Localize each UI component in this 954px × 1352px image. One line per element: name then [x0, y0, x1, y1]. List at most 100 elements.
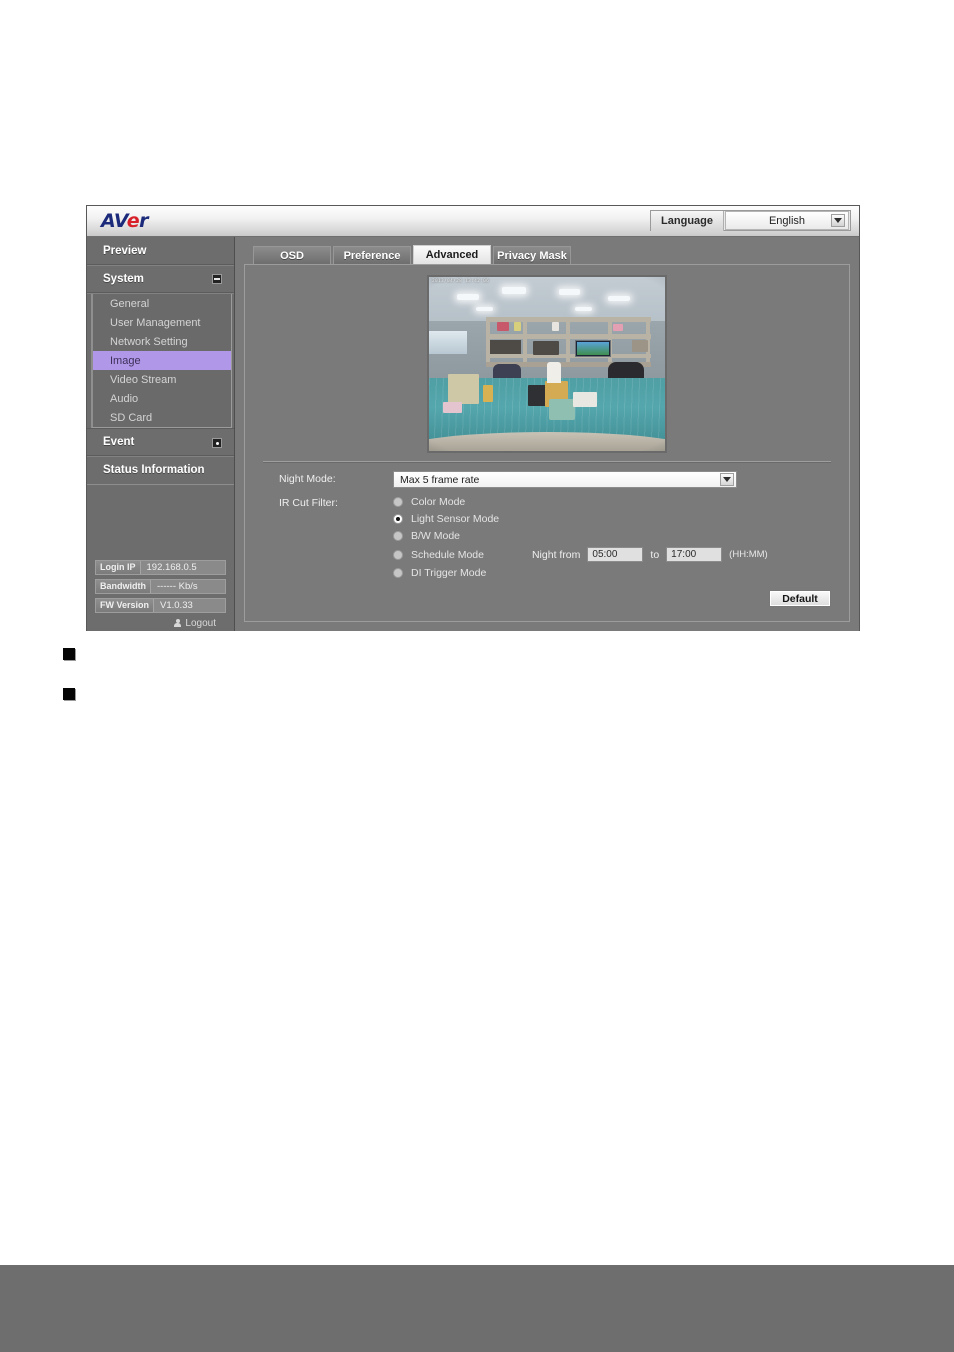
schedule-to-label: to	[650, 548, 660, 561]
sidebar-item-event-label: Event	[103, 436, 135, 448]
minus-box-icon[interactable]	[212, 274, 222, 284]
chevron-down-icon[interactable]	[720, 473, 734, 486]
sidebar-item-audio-label: Audio	[110, 392, 139, 405]
sidebar-item-image[interactable]: Image	[93, 351, 231, 370]
sidebar-item-event[interactable]: Event	[87, 428, 234, 456]
tab-preference-label: Preference	[343, 249, 401, 262]
info-key-fw-version: FW Version	[96, 599, 155, 612]
schedule-to-value: 17:00	[671, 549, 697, 560]
info-value-fw-version: V1.0.33	[160, 600, 193, 611]
system-submenu: General User Management Network Setting …	[91, 293, 232, 428]
radio-icon-checked[interactable]	[393, 514, 403, 524]
sidebar: Preview System General User Management N…	[87, 237, 235, 631]
logout-button[interactable]: Logout	[95, 617, 226, 629]
info-key-bandwidth: Bandwidth	[96, 580, 151, 593]
language-selector[interactable]: Language English	[650, 210, 851, 231]
sidebar-item-status-information[interactable]: Status Information	[87, 456, 234, 484]
radio-icon[interactable]	[393, 497, 403, 507]
camera-web-ui-window: AVer Language English Preview System Gen…	[86, 205, 860, 631]
video-preview-area: 2013/04/28 13:42:06	[245, 273, 849, 459]
logo-text-r: r	[139, 210, 149, 232]
info-key-login-ip: Login IP	[96, 561, 141, 574]
info-value-bandwidth: ------ Kb/s	[157, 581, 198, 592]
radio-icon[interactable]	[393, 549, 403, 560]
sidebar-item-status-information-label: Status Information	[103, 464, 205, 476]
radio-option-di-trigger-mode[interactable]: DI Trigger Mode	[393, 567, 768, 579]
form-actions: Default	[769, 590, 831, 607]
plus-dot-box-icon[interactable]	[212, 438, 222, 448]
bullet-list	[63, 648, 75, 728]
sidebar-item-image-label: Image	[110, 354, 141, 367]
sidebar-item-general[interactable]: General	[93, 294, 231, 313]
radio-option-schedule-mode-label: Schedule Mode	[411, 548, 484, 561]
info-row-login-ip: Login IP 192.168.0.5	[95, 560, 226, 575]
osd-timestamp: 2013/04/28 13:42:06	[432, 279, 490, 284]
tab-bar: OSD Preference Advanced Privacy Mask	[244, 245, 850, 264]
night-mode-selected-value: Max 5 frame rate	[400, 473, 480, 486]
app-header: AVer Language English	[87, 206, 859, 237]
square-bullet-icon	[63, 688, 75, 700]
sidebar-item-system[interactable]: System	[87, 265, 234, 293]
sidebar-nav: Preview System General User Management N…	[87, 237, 234, 485]
square-bullet-icon	[63, 648, 75, 660]
app-body: Preview System General User Management N…	[87, 237, 859, 631]
schedule-to-input[interactable]: 17:00	[666, 547, 723, 562]
tab-osd[interactable]: OSD	[253, 246, 331, 264]
language-label: Language	[651, 210, 724, 231]
sidebar-item-system-label: System	[103, 272, 144, 285]
night-mode-select[interactable]: Max 5 frame rate	[393, 471, 737, 488]
advanced-settings-form: Night Mode: Max 5 frame rate IR Cut Filt…	[245, 462, 849, 621]
sidebar-item-user-management-label: User Management	[110, 316, 201, 329]
logo-text-e: e	[126, 210, 140, 232]
aver-logo: AVer	[101, 210, 149, 232]
tab-preference[interactable]: Preference	[333, 246, 411, 264]
ir-cut-filter-label: IR Cut Filter:	[279, 497, 338, 509]
radio-option-color-mode[interactable]: Color Mode	[393, 496, 768, 508]
radio-option-bw-mode-label: B/W Mode	[411, 530, 461, 542]
info-row-bandwidth: Bandwidth ------ Kb/s	[95, 579, 226, 594]
ir-cut-filter-row: IR Cut Filter: Color Mode Light Sensor M…	[279, 495, 831, 579]
sidebar-item-video-stream[interactable]: Video Stream	[93, 370, 231, 389]
radio-icon[interactable]	[393, 568, 403, 578]
content-area: OSD Preference Advanced Privacy Mask 201…	[235, 237, 859, 631]
logo-text-av: AV	[101, 210, 127, 232]
tab-osd-label: OSD	[280, 249, 304, 262]
language-selected-value: English	[768, 214, 806, 227]
night-mode-row: Night Mode: Max 5 frame rate	[279, 471, 831, 488]
schedule-from-input[interactable]: 05:00	[587, 547, 644, 562]
sidebar-item-sd-card-label: SD Card	[110, 411, 153, 424]
logout-label: Logout	[185, 617, 216, 629]
language-dropdown[interactable]: English	[725, 211, 849, 230]
tab-advanced[interactable]: Advanced	[413, 245, 491, 264]
info-row-fw-version: FW Version V1.0.33	[95, 598, 226, 613]
sidebar-item-network-setting[interactable]: Network Setting	[93, 332, 231, 351]
radio-option-light-sensor-mode-label: Light Sensor Mode	[411, 513, 500, 525]
night-mode-label: Night Mode:	[279, 473, 336, 485]
ir-cut-filter-radio-group: Color Mode Light Sensor Mode B/W Mode Sc…	[393, 495, 768, 579]
info-value-login-ip: 192.168.0.5	[146, 562, 197, 573]
radio-icon[interactable]	[393, 531, 403, 541]
night-from-label: Night from	[531, 548, 581, 561]
sidebar-item-network-setting-label: Network Setting	[110, 335, 188, 348]
radio-option-di-trigger-mode-label: DI Trigger Mode	[411, 567, 487, 579]
radio-option-bw-mode[interactable]: B/W Mode	[393, 530, 768, 542]
radio-option-light-sensor-mode[interactable]: Light Sensor Mode	[393, 513, 768, 525]
sidebar-item-preview-label: Preview	[103, 244, 147, 257]
schedule-from-value: 05:00	[592, 549, 618, 560]
sidebar-item-sd-card[interactable]: SD Card	[93, 408, 231, 427]
default-button[interactable]: Default	[769, 590, 831, 607]
sidebar-item-audio[interactable]: Audio	[93, 389, 231, 408]
tab-advanced-label: Advanced	[425, 249, 479, 261]
radio-option-schedule-mode[interactable]: Schedule Mode Night from 05:00 to 17:00 …	[393, 547, 768, 562]
tab-privacy-mask-label: Privacy Mask	[497, 249, 567, 262]
sidebar-item-video-stream-label: Video Stream	[110, 373, 177, 386]
schedule-time-range: Night from 05:00 to 17:00 (HH:MM)	[532, 547, 768, 562]
sidebar-item-user-management[interactable]: User Management	[93, 313, 231, 332]
tab-privacy-mask[interactable]: Privacy Mask	[493, 246, 571, 264]
video-preview[interactable]: 2013/04/28 13:42:06	[427, 275, 667, 453]
footer-band	[0, 1265, 954, 1352]
chevron-down-icon[interactable]	[831, 214, 845, 227]
advanced-panel: 2013/04/28 13:42:06 Night Mode: Max 5 fr…	[244, 264, 850, 622]
sidebar-item-preview[interactable]: Preview	[87, 237, 234, 265]
